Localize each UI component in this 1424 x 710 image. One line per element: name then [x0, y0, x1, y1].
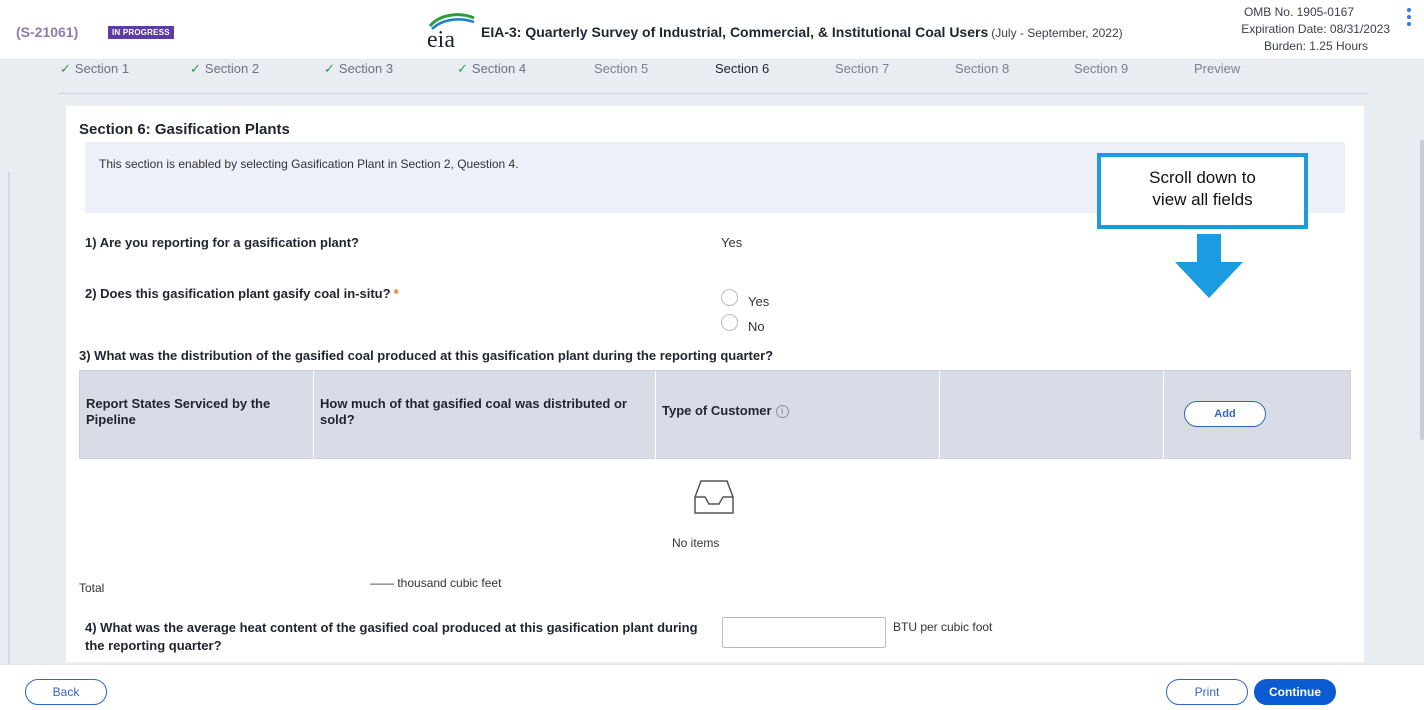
column-header-amount: How much of that gasified coal was distr… — [314, 371, 656, 460]
section-stepper: ✓ Section 1 ✓ Section 2 ✓ Section 3 ✓ Sectio… — [0, 58, 1424, 94]
tab-section-4[interactable]: ✓ Section 4 — [457, 61, 526, 77]
tab-preview[interactable]: Preview — [1194, 61, 1240, 76]
more-options-icon[interactable] — [1406, 8, 1412, 30]
check-icon: ✓ — [60, 61, 71, 76]
scroll-callout: Scroll down to view all fields — [1097, 153, 1308, 229]
tab-section-6[interactable]: Section 6 — [715, 61, 769, 76]
heat-content-input[interactable] — [722, 617, 886, 648]
tab-section-3[interactable]: ✓ Section 3 — [324, 61, 393, 77]
total-value: —— thousand cubic feet — [370, 576, 502, 590]
radio-no-label: No — [748, 319, 765, 334]
tab-section-9[interactable]: Section 9 — [1074, 61, 1128, 76]
print-button[interactable]: Print — [1166, 679, 1248, 705]
arrow-down-icon — [1175, 234, 1243, 298]
check-icon: ✓ — [190, 61, 201, 76]
tab-section-8[interactable]: Section 8 — [955, 61, 1009, 76]
footer-bar: Back Print Continue — [0, 664, 1424, 710]
check-icon: ✓ — [457, 61, 468, 76]
omb-number: OMB No. 1905-0167 — [1243, 5, 1354, 19]
survey-period: (July - September, 2022) — [991, 26, 1123, 40]
empty-state-text: No items — [672, 536, 720, 550]
radio-icon[interactable] — [721, 289, 738, 306]
radio-icon[interactable] — [721, 314, 738, 331]
svg-text:eia: eia — [427, 27, 455, 50]
check-icon: ✓ — [324, 61, 335, 76]
eia-logo: eia — [427, 13, 475, 50]
page-title: EIA-3: Quarterly Survey of Industrial, C… — [481, 24, 1123, 40]
total-label: Total — [79, 581, 105, 595]
survey-title: EIA-3: Quarterly Survey of Industrial, C… — [481, 24, 989, 40]
burden: Burden: 1.25 Hours — [1263, 39, 1368, 53]
required-marker: * — [393, 286, 399, 301]
heat-content-unit: BTU per cubic foot — [893, 620, 993, 634]
tab-section-2[interactable]: ✓ Section 2 — [190, 61, 259, 77]
question-4: 4) What was the average heat content of … — [85, 620, 698, 653]
question-3: 3) What was the distribution of the gasi… — [79, 348, 774, 363]
radio-yes-label: Yes — [748, 294, 770, 309]
section-title: Section 6: Gasification Plants — [79, 121, 290, 138]
empty-tray-icon — [694, 480, 734, 514]
stepper-line — [58, 93, 1368, 94]
question-1-answer: Yes — [721, 235, 743, 250]
radio-no[interactable]: No — [721, 311, 765, 334]
column-header-empty — [940, 371, 1164, 460]
add-button[interactable]: Add — [1184, 401, 1266, 427]
back-button[interactable]: Back — [25, 679, 107, 705]
question-2: 2) Does this gasification plant gasify c… — [85, 286, 399, 301]
omb-info: OMB No. 1905-0167 Expiration Date: 08/31… — [1241, 4, 1390, 55]
expiration-date: Expiration Date: 08/31/2023 — [1241, 22, 1390, 36]
app-header: (S-21061) IN PROGRESS eia EIA-3: Quarter… — [0, 0, 1424, 60]
continue-button[interactable]: Continue — [1254, 679, 1336, 705]
tab-section-5[interactable]: Section 5 — [594, 61, 648, 76]
radio-yes[interactable]: Yes — [721, 286, 769, 309]
info-text: This section is enabled by selecting Gas… — [99, 157, 519, 171]
column-header-customer-type: Type of Customer i — [656, 371, 940, 460]
column-header-states: Report States Serviced by the Pipeline — [80, 371, 314, 460]
question-1: 1) Are you reporting for a gasification … — [85, 235, 359, 250]
tab-section-1[interactable]: ✓ Section 1 — [60, 61, 129, 77]
distribution-table: Report States Serviced by the Pipeline H… — [79, 370, 1352, 460]
tab-section-7[interactable]: Section 7 — [835, 61, 889, 76]
status-badge: IN PROGRESS — [108, 26, 174, 39]
column-header-actions: Add — [1164, 371, 1352, 460]
case-id: (S-21061) — [16, 24, 79, 40]
info-icon[interactable]: i — [775, 405, 789, 418]
left-rail — [8, 172, 10, 710]
scrollbar[interactable] — [1420, 140, 1424, 440]
